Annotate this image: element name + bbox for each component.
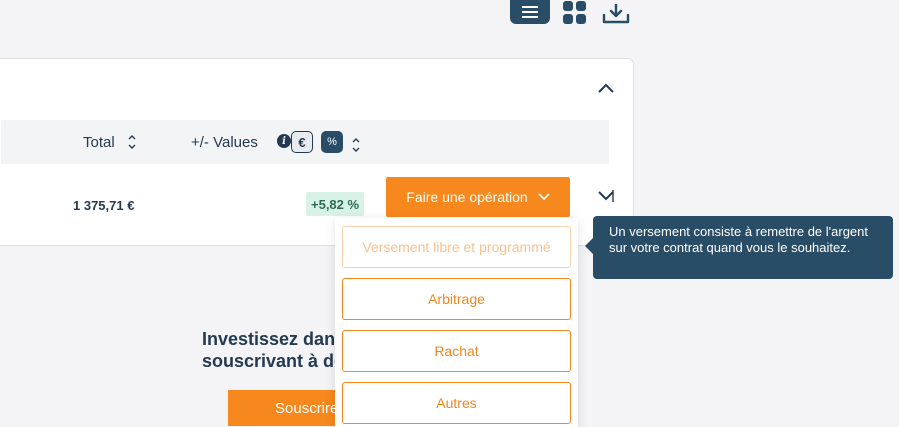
menu-item-versement[interactable]: Versement libre et programmé: [342, 226, 571, 268]
list-view-button[interactable]: [510, 0, 550, 24]
download-button[interactable]: [600, 0, 632, 24]
unit-euro-toggle[interactable]: €: [291, 131, 313, 153]
promo-line-1: Investissez dans: [202, 329, 346, 349]
total-column-header[interactable]: Total: [83, 134, 115, 151]
table-header: Total +/- Values i € %: [1, 120, 609, 164]
grid-view-button[interactable]: [560, 0, 588, 24]
collapse-button[interactable]: [594, 78, 618, 98]
unit-percent-toggle[interactable]: %: [321, 131, 343, 153]
row-total-value: 1 375,71 €: [73, 198, 135, 213]
promo-line-2: souscrivant à de: [202, 351, 345, 371]
chevron-down-icon: [538, 193, 550, 201]
promo-text: Investissez dans souscrivant à de: [202, 328, 345, 372]
menu-item-autres[interactable]: Autres: [342, 382, 571, 424]
operation-dropdown: Versement libre et programmé Arbitrage R…: [335, 218, 578, 427]
list-icon: [522, 3, 538, 18]
expand-row-button[interactable]: [596, 186, 616, 206]
operation-button[interactable]: Faire une opération: [386, 177, 570, 217]
chevron-down-icon: [598, 190, 614, 202]
chevron-up-icon: [598, 83, 614, 93]
values-column-header[interactable]: +/- Values: [191, 134, 258, 151]
download-icon: [602, 4, 630, 24]
versement-tooltip: Un versement consiste à remettre de l'ar…: [585, 216, 893, 279]
operation-button-label: Faire une opération: [406, 189, 528, 205]
info-icon[interactable]: i: [277, 134, 291, 148]
menu-item-rachat[interactable]: Rachat: [342, 330, 571, 372]
sort-icon[interactable]: [351, 136, 361, 154]
menu-item-arbitrage[interactable]: Arbitrage: [342, 278, 571, 320]
grid-icon: [562, 1, 586, 24]
performance-badge: +5,82 %: [306, 192, 365, 216]
sort-icon[interactable]: [127, 133, 137, 151]
